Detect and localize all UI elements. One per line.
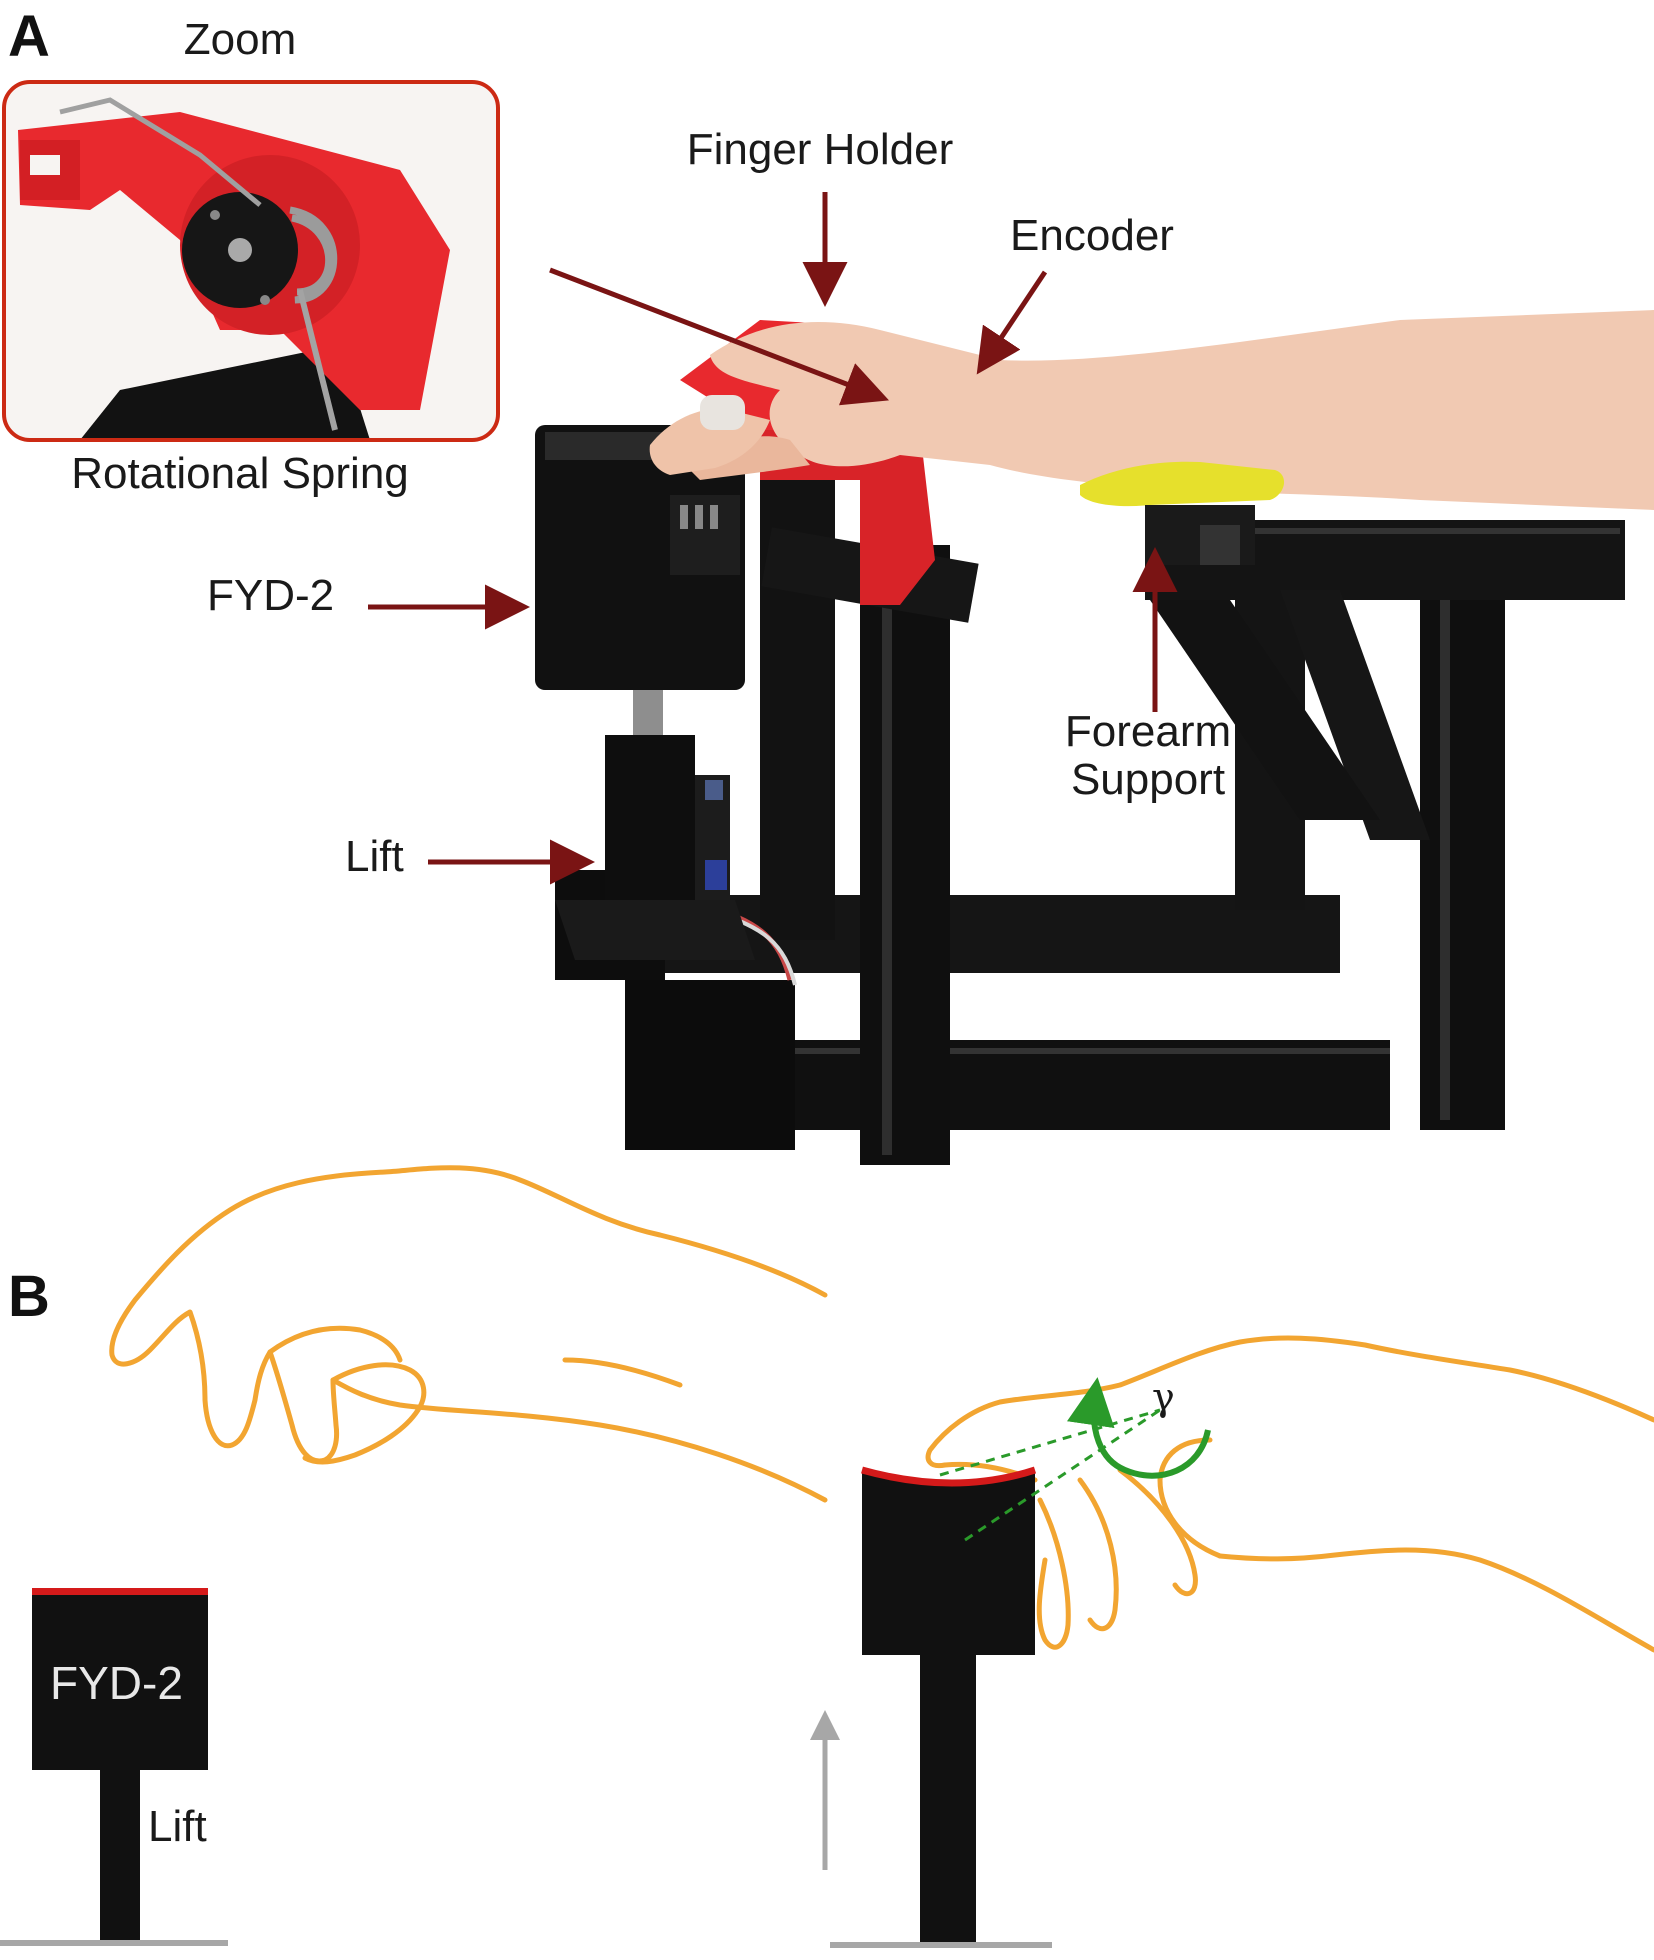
forearm-support-line2: Support (1070, 754, 1226, 804)
ground-left (0, 1940, 228, 1946)
zoom-title: Zoom (183, 15, 297, 64)
label-lift: Lift (345, 832, 404, 881)
label-finger-holder: Finger Holder (686, 125, 954, 174)
contact-surface-left (32, 1588, 208, 1595)
label-encoder: Encoder (1010, 211, 1174, 260)
post-right-front (1420, 550, 1505, 1130)
panel-label-a: A (8, 4, 50, 69)
hand-outline-left (109, 1165, 828, 1503)
zoom-caption: Rotational Spring (71, 449, 409, 498)
panel-label-b: B (8, 1264, 50, 1329)
fyd2-block-right (862, 1472, 1035, 1655)
zoom-inset (2, 80, 500, 442)
schematic-right (830, 1335, 1654, 1948)
ground-right (830, 1942, 1052, 1948)
label-fyd2: FYD-2 (207, 571, 335, 620)
lift-column-left (100, 1770, 140, 1940)
encoder-arrow (976, 270, 1048, 375)
lift-base-plate (555, 900, 755, 960)
schematic-lift-label: Lift (148, 1802, 207, 1851)
lift-column-right (920, 1655, 976, 1945)
angle-gamma-label: γ (1152, 1375, 1175, 1419)
angle-rotation-arrow (1067, 1377, 1211, 1479)
figure: A B Zoom Rotational Spring Finger Holder… (0, 0, 1654, 1960)
label-forearm-support: Forearm Support (1065, 708, 1231, 803)
forearm-pad (1080, 461, 1285, 565)
schematic-fyd2-label: FYD-2 (50, 1657, 183, 1709)
post-left-front (860, 545, 950, 1165)
figure-drawing (0, 80, 1654, 1948)
schematic-left (0, 1165, 828, 1946)
forearm-support-line1: Forearm (1064, 707, 1232, 756)
angle-line-1 (939, 1408, 1161, 1477)
base-front-foot (625, 980, 795, 1150)
